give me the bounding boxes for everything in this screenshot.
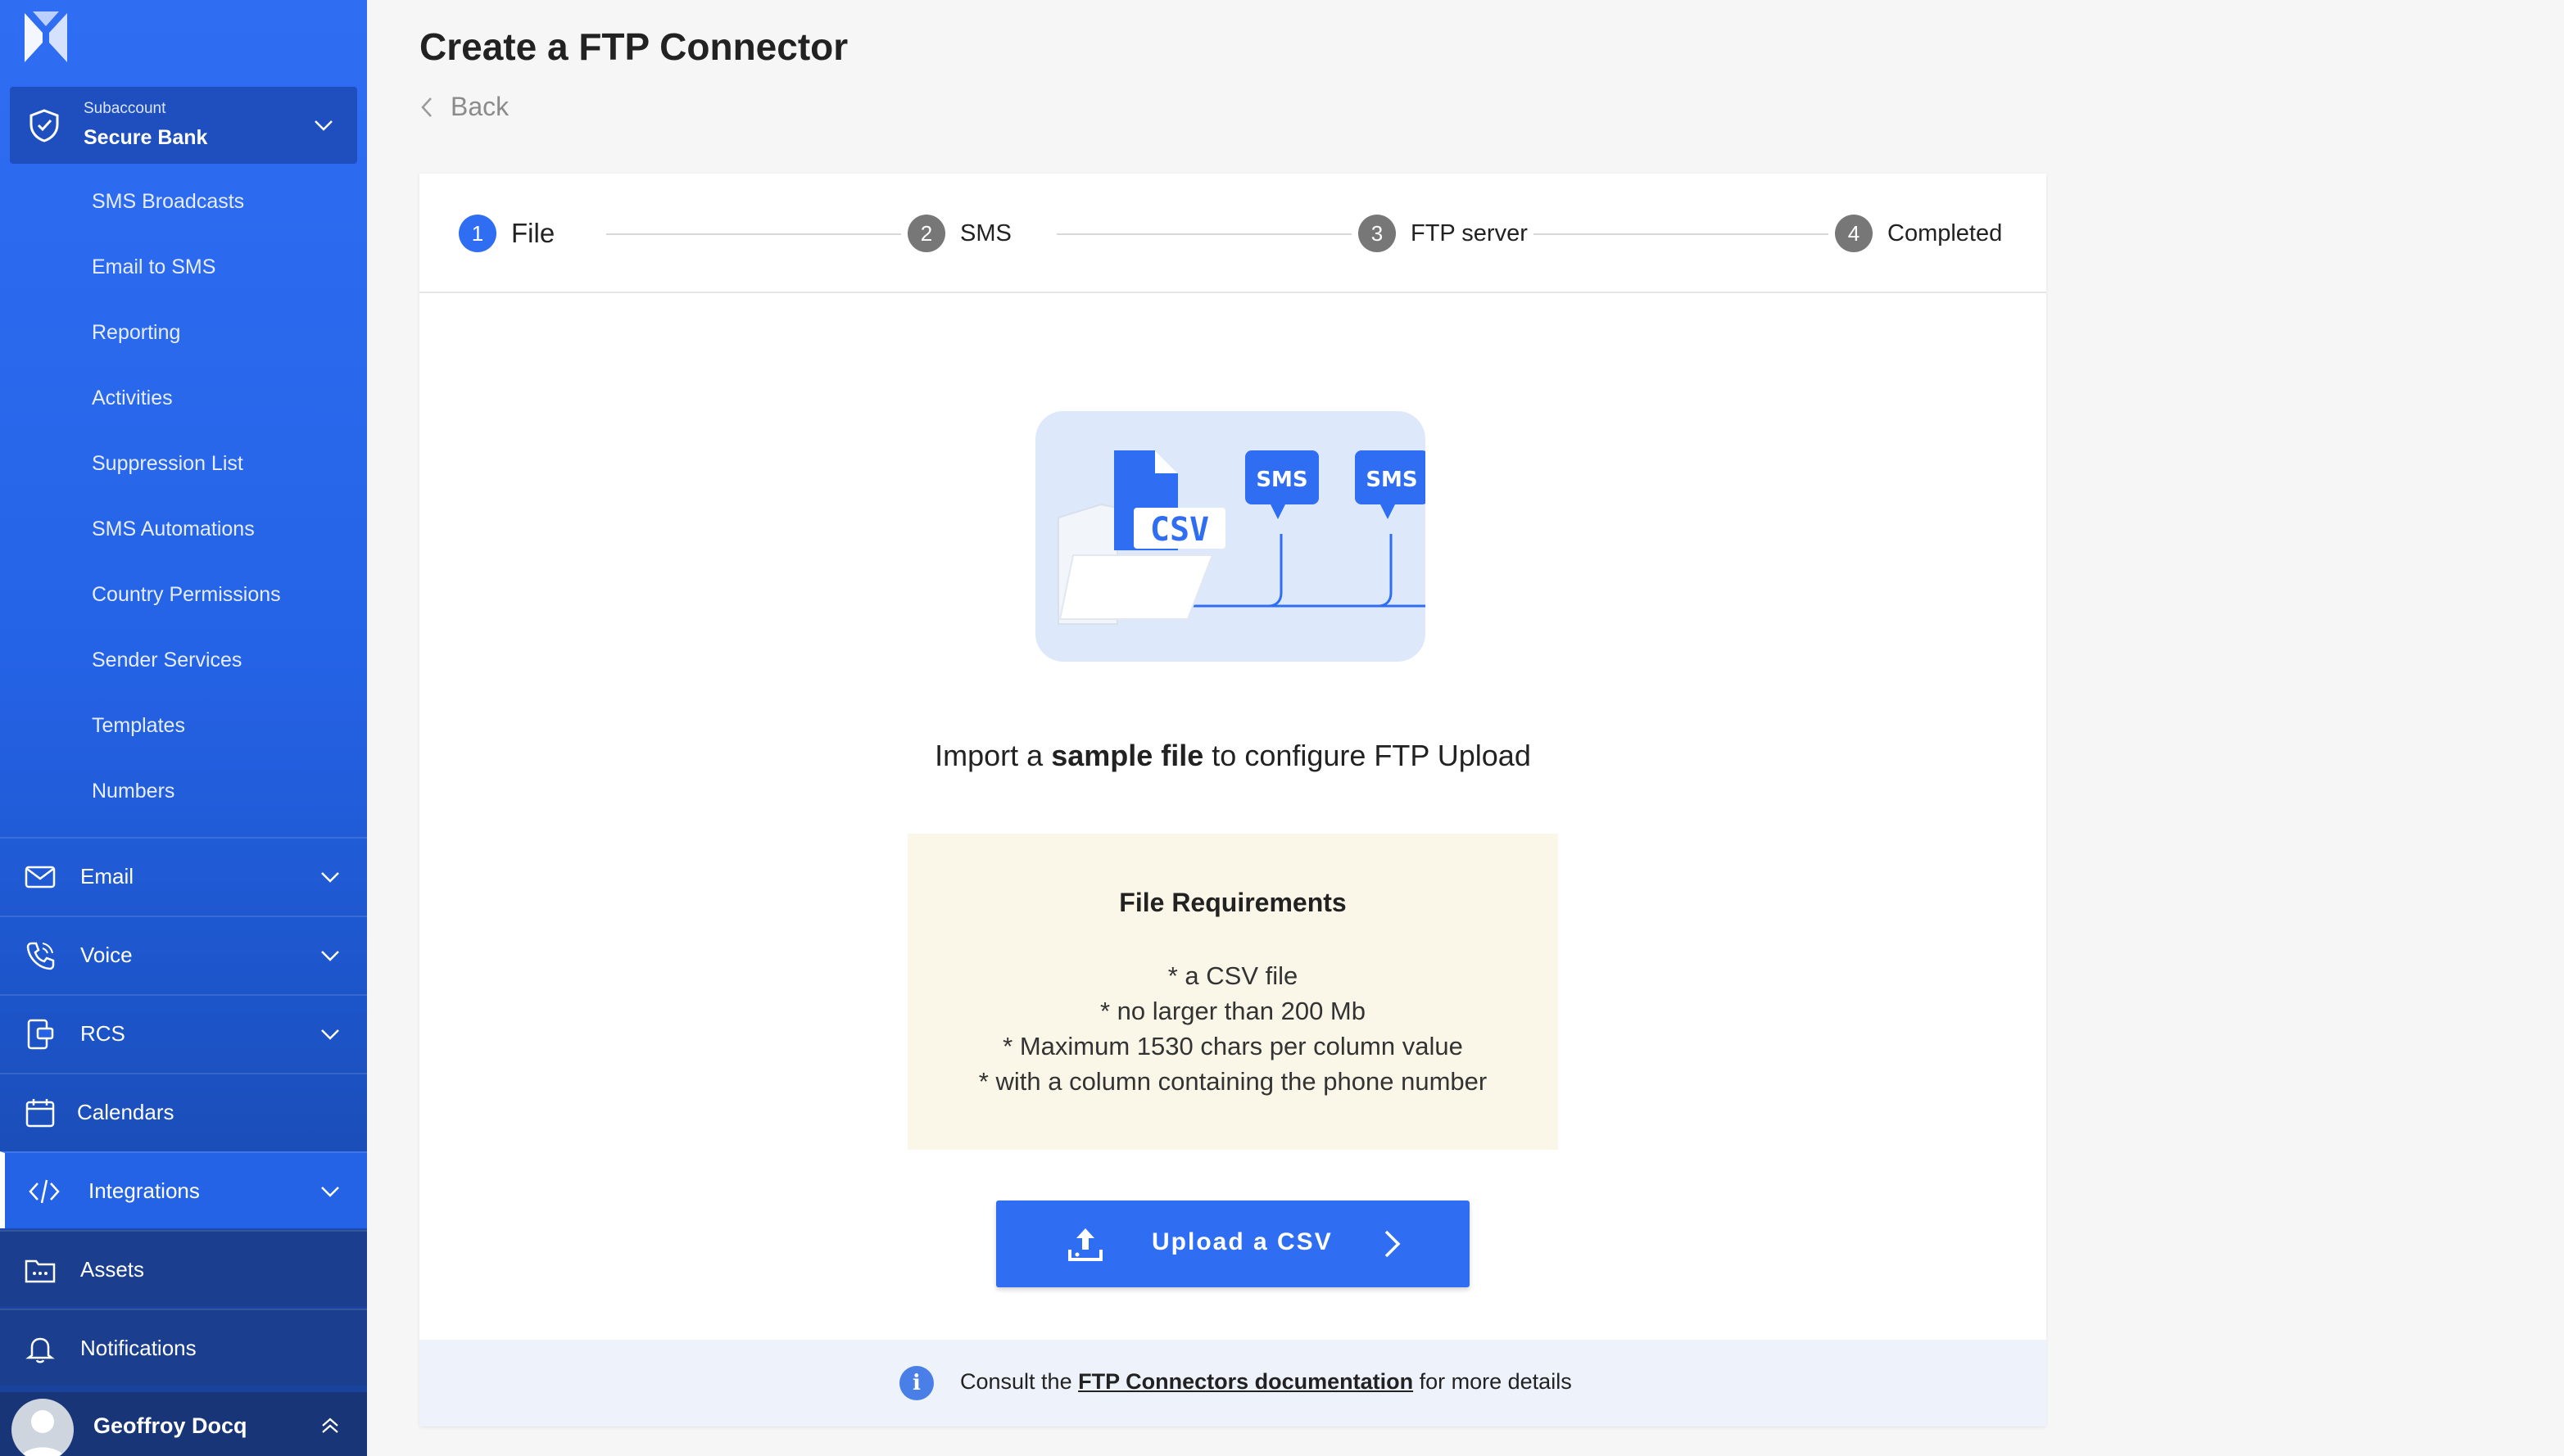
shield-icon	[29, 109, 59, 142]
phone-icon	[26, 942, 55, 970]
subaccount-name: Secure Bank	[84, 126, 208, 149]
documentation-hint: i Consult the FTP Connectors documentati…	[419, 1340, 2046, 1427]
chevron-down-icon	[321, 872, 339, 883]
sidebar-item-label: Email	[80, 863, 134, 889]
brand-logo[interactable]	[21, 8, 70, 67]
back-label: Back	[451, 92, 510, 121]
mobile-message-icon	[27, 1019, 54, 1050]
sidebar-item-email-to-sms[interactable]: Email to SMS	[0, 234, 367, 300]
headline-text: to configure FTP Upload	[1203, 739, 1531, 772]
sidebar-item-sms-broadcasts[interactable]: SMS Broadcasts	[0, 169, 367, 234]
info-icon: i	[899, 1366, 934, 1400]
step-file[interactable]: 1 File	[459, 215, 555, 252]
step-connector	[1533, 233, 1828, 235]
wizard-card: 1 File 2 SMS 3 FTP server 4 Completed CS…	[419, 174, 2046, 1427]
upload-button-label: Upload a CSV	[1152, 1228, 1333, 1255]
folder-icon	[25, 1259, 56, 1283]
step-label: File	[511, 218, 555, 248]
sidebar-item-country-permissions[interactable]: Country Permissions	[0, 562, 367, 627]
requirements-title: File Requirements	[1119, 888, 1347, 917]
headline-text: Import a	[935, 739, 1052, 772]
subaccount-label: Subaccount	[84, 100, 166, 117]
sidebar-item-numbers[interactable]: Numbers	[0, 758, 367, 824]
sidebar-item-notifications[interactable]: Notifications	[0, 1309, 367, 1386]
sidebar-item-rcs[interactable]: RCS	[0, 994, 367, 1071]
sidebar-item-label: RCS	[80, 1020, 125, 1046]
chevron-down-icon	[315, 120, 333, 131]
avatar	[11, 1399, 74, 1456]
step-label: SMS	[960, 219, 1012, 246]
step-label: FTP server	[1411, 219, 1528, 246]
step-number: 4	[1835, 215, 1873, 252]
requirement-item: * a CSV file	[1167, 961, 1298, 990]
import-headline: Import a sample file to configure FTP Up…	[419, 739, 2046, 773]
chevron-up-double-icon	[322, 1418, 338, 1433]
sidebar-item-label: Integrations	[88, 1178, 200, 1203]
requirements-list: * a CSV file * no larger than 200 Mb * M…	[908, 958, 1558, 1099]
chevron-down-icon	[321, 1187, 339, 1197]
requirement-item: * Maximum 1530 chars per column value	[1003, 1032, 1463, 1060]
sidebar-item-label: Voice	[80, 942, 133, 967]
sidebar-item-label: Assets	[80, 1256, 145, 1282]
page-title: Create a FTP Connector	[419, 25, 849, 68]
user-menu[interactable]: Geoffroy Docq	[0, 1392, 367, 1456]
headline-bold: sample file	[1051, 739, 1204, 772]
step-sms[interactable]: 2 SMS	[908, 215, 1012, 252]
step-number: 3	[1358, 215, 1396, 252]
upload-csv-button[interactable]: Upload a CSV	[996, 1201, 1470, 1287]
calendar-icon	[25, 1099, 55, 1128]
chevron-down-icon	[321, 951, 339, 961]
chevron-down-icon	[321, 1029, 339, 1040]
sms-subnav: SMS Broadcasts Email to SMS Reporting Ac…	[0, 169, 367, 824]
sidebar-item-reporting[interactable]: Reporting	[0, 300, 367, 365]
step-connector	[1057, 233, 1352, 235]
user-name: Geoffroy Docq	[93, 1413, 247, 1438]
footer-prefix: Consult the	[960, 1369, 1079, 1394]
csv-sms-illustration: CSV SMS SMS	[1035, 411, 1425, 662]
back-link[interactable]: Back	[418, 92, 509, 122]
step-connector	[606, 233, 901, 235]
stepper: 1 File 2 SMS 3 FTP server 4 Completed	[419, 174, 2046, 293]
sidebar-item-voice[interactable]: Voice	[0, 916, 367, 993]
step-label: Completed	[1887, 219, 2003, 246]
sidebar-item-email[interactable]: Email	[0, 837, 367, 914]
step-ftp-server[interactable]: 3 FTP server	[1358, 215, 1528, 252]
envelope-icon	[25, 866, 56, 889]
step-completed[interactable]: 4 Completed	[1835, 215, 2002, 252]
chevron-left-icon	[421, 97, 432, 117]
sidebar-item-assets[interactable]: Assets	[0, 1230, 367, 1307]
sidebar-item-suppression-list[interactable]: Suppression List	[0, 431, 367, 496]
ftp-connectors-documentation-link[interactable]: FTP Connectors documentation	[1078, 1369, 1413, 1394]
sidebar-item-activities[interactable]: Activities	[0, 365, 367, 431]
sms-bubble-label: SMS	[1256, 468, 1307, 492]
sidebar-item-label: Notifications	[80, 1335, 197, 1360]
step-number: 2	[908, 215, 945, 252]
upload-icon	[1068, 1228, 1103, 1261]
sidebar-item-integrations[interactable]: Integrations	[0, 1151, 367, 1228]
chevron-right-icon	[1384, 1230, 1401, 1258]
sidebar-item-sender-services[interactable]: Sender Services	[0, 627, 367, 693]
code-icon	[29, 1179, 60, 1204]
sidebar-item-sms-automations[interactable]: SMS Automations	[0, 496, 367, 562]
sms-bubble-label: SMS	[1366, 468, 1417, 492]
requirement-item: * no larger than 200 Mb	[1100, 997, 1366, 1025]
step-number: 1	[459, 215, 496, 252]
sidebar-item-calendars[interactable]: Calendars	[0, 1073, 367, 1150]
subaccount-switcher[interactable]: Subaccount Secure Bank	[10, 87, 357, 164]
user-avatar-icon	[21, 1410, 64, 1456]
sidebar: Subaccount Secure Bank SMS Broadcasts Em…	[0, 0, 367, 1456]
sidebar-item-templates[interactable]: Templates	[0, 693, 367, 758]
file-requirements-box: File Requirements * a CSV file * no larg…	[908, 834, 1558, 1150]
documentation-text: Consult the FTP Connectors documentation…	[960, 1369, 1572, 1395]
csv-label: CSV	[1150, 511, 1209, 549]
requirement-item: * with a column containing the phone num…	[978, 1067, 1488, 1096]
sidebar-item-label: Calendars	[77, 1099, 174, 1124]
bell-icon	[25, 1337, 55, 1363]
footer-suffix: for more details	[1413, 1369, 1572, 1394]
